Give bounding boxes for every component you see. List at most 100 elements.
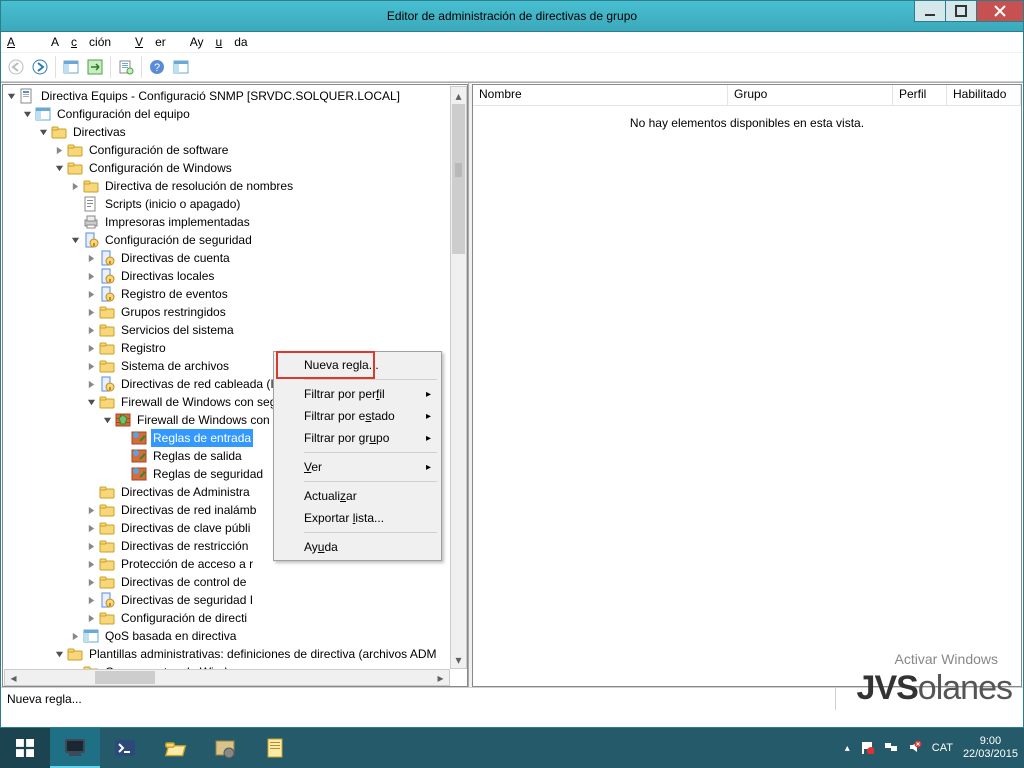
tree-root[interactable]: Directiva Equips - Configuració SNMP [SR…: [2, 87, 438, 105]
folder-icon: [99, 538, 115, 554]
ctx-filter-state[interactable]: Filtrar por estado▸: [276, 405, 439, 427]
folder-icon: [99, 340, 115, 356]
taskbar-app-gpmc[interactable]: [200, 728, 250, 768]
scroll-up-icon[interactable]: ▴: [451, 87, 466, 104]
folder-icon: [99, 322, 115, 338]
policy-icon: [99, 592, 115, 608]
tree-node[interactable]: Configuración del equipo: [2, 105, 438, 123]
ctx-refresh[interactable]: Actualizar: [276, 485, 439, 507]
refresh-button[interactable]: [84, 56, 106, 78]
tree-vertical-scrollbar[interactable]: ▴ ▾: [450, 86, 467, 669]
tree-node[interactable]: Servicios del sistema: [2, 321, 438, 339]
tree-node[interactable]: Impresoras implementadas: [2, 213, 438, 231]
menu-file[interactable]: A: [7, 35, 39, 49]
tree-node[interactable]: Grupos restringidos: [2, 303, 438, 321]
menu-view[interactable]: Ver: [135, 35, 178, 49]
tree-node[interactable]: Scripts (inicio o apagado): [2, 195, 438, 213]
ctx-view[interactable]: Ver▸: [276, 456, 439, 478]
tree-node[interactable]: Plantillas administrativas: definiciones…: [2, 645, 438, 663]
ctx-new-rule[interactable]: Nueva regla...: [276, 354, 439, 376]
tree-node[interactable]: QoS basada en directiva: [2, 627, 438, 645]
window-title: Editor de administración de directivas d…: [387, 9, 637, 23]
statusbar: Nueva regla...: [1, 687, 1023, 710]
folder-icon: [67, 142, 83, 158]
tray-chevron-icon[interactable]: ▴: [845, 743, 850, 754]
nav-back-button[interactable]: [5, 56, 27, 78]
empty-message: No hay elementos disponibles en esta vis…: [630, 116, 864, 130]
tray-volume-icon[interactable]: [908, 740, 922, 757]
ctx-filter-group[interactable]: Filtrar por grupo▸: [276, 427, 439, 449]
list-body: No hay elementos disponibles en esta vis…: [473, 106, 1021, 686]
ctx-filter-profile[interactable]: Filtrar por perfil▸: [276, 383, 439, 405]
tree-horizontal-scrollbar[interactable]: ◂ ▸: [4, 669, 450, 686]
column-nombre[interactable]: Nombre: [473, 85, 728, 105]
maximize-button[interactable]: [945, 1, 976, 22]
context-menu: Nueva regla... Filtrar por perfil▸ Filtr…: [273, 351, 442, 561]
taskbar-app-explorer[interactable]: [150, 728, 200, 768]
menu-help[interactable]: Ayuda: [190, 35, 260, 49]
column-grupo[interactable]: Grupo: [728, 85, 893, 105]
tree-node[interactable]: Configuración de Windows: [2, 159, 438, 177]
properties-button[interactable]: [170, 56, 192, 78]
tree-node[interactable]: Registro de eventos: [2, 285, 438, 303]
tree-node[interactable]: Directivas locales: [2, 267, 438, 285]
folder-icon: [51, 124, 67, 140]
nav-forward-button[interactable]: [29, 56, 51, 78]
window-controls: [914, 1, 1023, 21]
scroll-down-icon[interactable]: ▾: [451, 651, 466, 668]
export-button[interactable]: [115, 56, 137, 78]
taskbar-app-notepad[interactable]: [250, 728, 300, 768]
ctx-help[interactable]: Ayuda: [276, 536, 439, 558]
tree-node[interactable]: Directivas de cuenta: [2, 249, 438, 267]
taskbar-app-server-manager[interactable]: [50, 728, 100, 768]
firewall-rule-icon: [131, 448, 147, 464]
tree-node[interactable]: Directivas: [2, 123, 438, 141]
panes-button[interactable]: [60, 56, 82, 78]
folder-icon: [99, 484, 115, 500]
tree-node[interactable]: Configuración de directi: [2, 609, 438, 627]
folder-icon: [99, 394, 115, 410]
qos-icon: [83, 628, 99, 644]
taskbar: ▴ CAT 9:0022/03/2015: [0, 728, 1024, 768]
folder-icon: [67, 160, 83, 176]
scroll-right-icon[interactable]: ▸: [432, 670, 449, 685]
tray-network-icon[interactable]: [884, 740, 898, 757]
scroll-left-icon[interactable]: ◂: [5, 670, 22, 685]
folder-icon: [83, 178, 99, 194]
taskbar-app-powershell[interactable]: [100, 728, 150, 768]
column-perfil[interactable]: Perfil: [893, 85, 947, 105]
folder-icon: [99, 610, 115, 626]
app-window: Editor de administración de directivas d…: [0, 0, 1024, 728]
toolbar: [1, 53, 1023, 82]
tree-node[interactable]: Directivas de control de: [2, 573, 438, 591]
tray-language[interactable]: CAT: [932, 742, 953, 754]
close-button[interactable]: [976, 1, 1023, 22]
tray-flag-icon[interactable]: [860, 740, 874, 757]
menu-action[interactable]: Acción: [51, 35, 123, 49]
tree-node[interactable]: Directivas de seguridad I: [2, 591, 438, 609]
firewall-icon: [115, 412, 131, 428]
folder-icon: [67, 646, 83, 662]
help-button[interactable]: [146, 56, 168, 78]
policy-icon: [99, 268, 115, 284]
start-button[interactable]: [0, 728, 50, 768]
ctx-export[interactable]: Exportar lista...: [276, 507, 439, 529]
menubar: A Acción Ver Ayuda: [1, 32, 1023, 53]
tray-clock[interactable]: 9:0022/03/2015: [963, 735, 1018, 761]
folder-icon: [99, 304, 115, 320]
policy-icon: [99, 376, 115, 392]
folder-icon: [99, 358, 115, 374]
folder-icon: [99, 556, 115, 572]
folder-icon: [99, 286, 115, 302]
tree-node[interactable]: Configuración de seguridad: [2, 231, 438, 249]
minimize-button[interactable]: [914, 1, 945, 22]
policy-icon: [19, 88, 35, 104]
policy-icon: [99, 250, 115, 266]
security-icon: [83, 232, 99, 248]
firewall-rule-icon: [131, 430, 147, 446]
tree-node[interactable]: Directiva de resolución de nombres: [2, 177, 438, 195]
firewall-rule-icon: [131, 466, 147, 482]
column-habilitado[interactable]: Habilitado: [947, 85, 1021, 105]
tree-node[interactable]: Configuración de software: [2, 141, 438, 159]
list-pane: Nombre Grupo Perfil Habilitado No hay el…: [472, 84, 1022, 687]
